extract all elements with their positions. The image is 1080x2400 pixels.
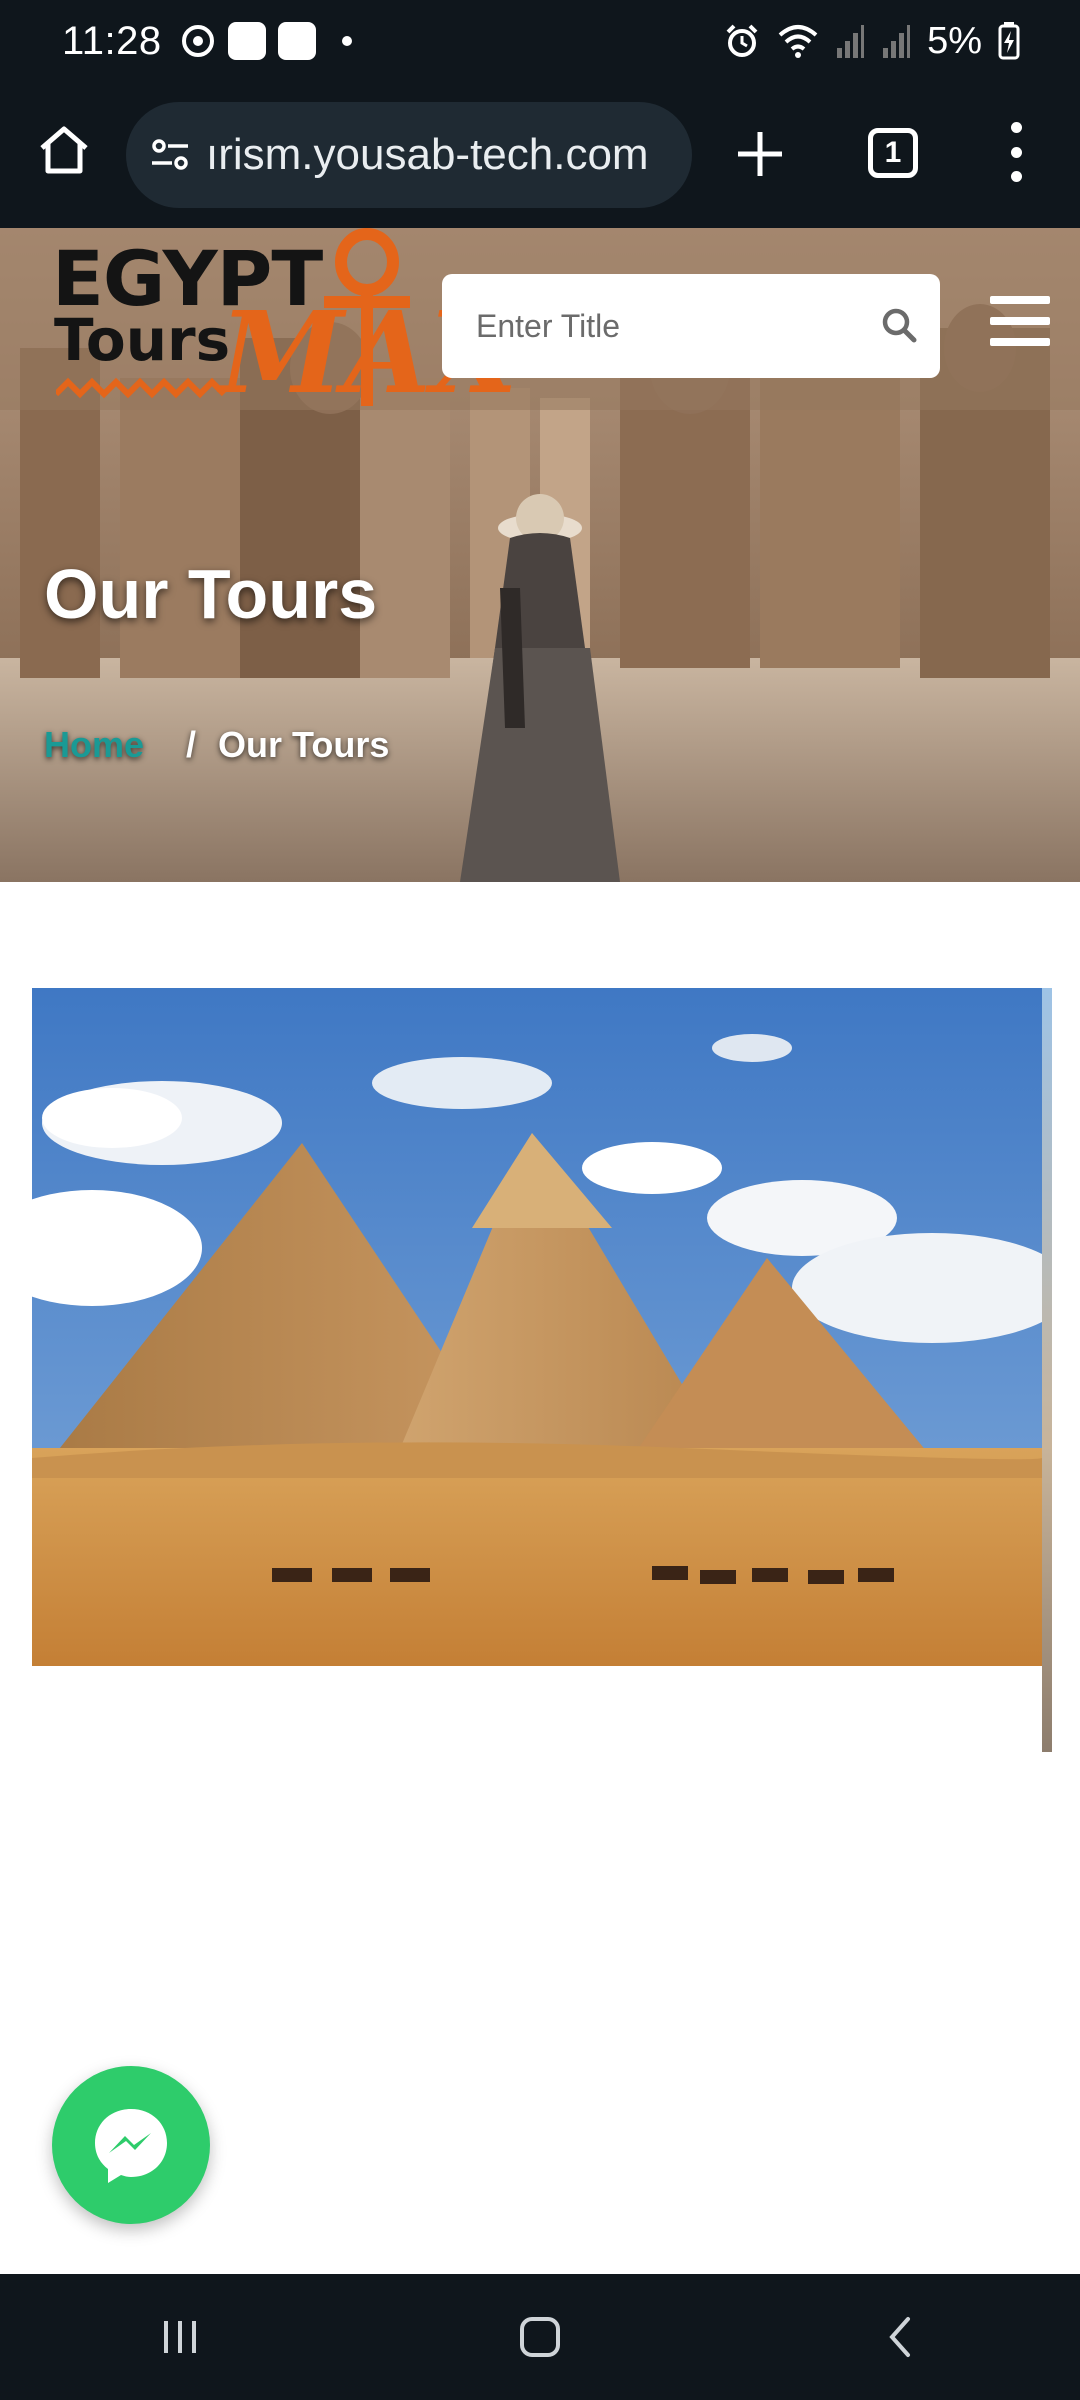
alarm-icon <box>726 24 758 57</box>
plus-icon[interactable] <box>732 126 788 182</box>
search-icon[interactable] <box>880 306 918 344</box>
pyramids-tour-image[interactable] <box>32 988 1042 1666</box>
signal-icon <box>837 25 865 58</box>
app-root: 11:28 5% ırism.yousab-tech.com 1 EGYPT T… <box>0 0 1080 2400</box>
back-button[interactable] <box>870 2307 930 2367</box>
search-input[interactable] <box>476 307 856 345</box>
more-vert-icon[interactable] <box>1004 122 1028 182</box>
recent-apps-button[interactable] <box>150 2307 210 2367</box>
more-notifications-dot <box>341 36 352 46</box>
tour-card[interactable] <box>32 988 1052 1752</box>
hamburger-icon[interactable] <box>990 296 1050 346</box>
wifi-icon <box>778 25 818 58</box>
logo-wave-decoration <box>56 377 226 399</box>
back-chevron-icon <box>889 2317 910 2357</box>
breadcrumb-home-link[interactable]: Home <box>44 724 144 766</box>
tabs-button[interactable]: 1 <box>868 128 918 178</box>
notification-app-icon <box>227 22 266 60</box>
breadcrumb: Home / Our Tours <box>44 724 389 766</box>
home-square-icon <box>520 2317 560 2357</box>
status-time: 11:28 <box>62 18 162 63</box>
home-icon[interactable] <box>36 122 92 178</box>
messenger-chat-button[interactable] <box>52 2066 210 2224</box>
ankh-icon <box>324 228 410 406</box>
next-card-edge <box>1042 988 1052 1752</box>
hero-banner: EGYPT Tours MAX Our Tours Home <box>0 228 1080 882</box>
browser-toolbar: ırism.yousab-tech.com 1 <box>0 82 1080 228</box>
status-notification-icons <box>180 22 352 60</box>
battery-percent: 5% <box>927 19 982 62</box>
breadcrumb-separator: / <box>186 724 197 765</box>
site-logo[interactable]: EGYPT Tours MAX <box>52 228 518 419</box>
breadcrumb-current: Our Tours <box>218 724 390 765</box>
signal-icon <box>883 25 911 58</box>
url-text[interactable]: ırism.yousab-tech.com <box>206 130 676 180</box>
sync-icon <box>181 25 214 57</box>
address-bar[interactable]: ırism.yousab-tech.com <box>126 102 692 208</box>
status-right: 5% <box>723 20 1020 63</box>
system-nav-bar <box>0 2274 1080 2400</box>
home-nav-button[interactable] <box>510 2307 570 2367</box>
notification-app-icon <box>277 22 316 60</box>
search-bar[interactable] <box>442 274 940 378</box>
recents-icon <box>164 2321 196 2353</box>
status-bar: 11:28 5% <box>0 0 1080 82</box>
messenger-icon <box>95 2109 167 2183</box>
page-title: Our Tours <box>44 555 378 633</box>
battery-charging-icon <box>998 22 1020 60</box>
logo-tours-text: Tours <box>54 306 231 374</box>
tune-icon[interactable] <box>146 131 194 179</box>
